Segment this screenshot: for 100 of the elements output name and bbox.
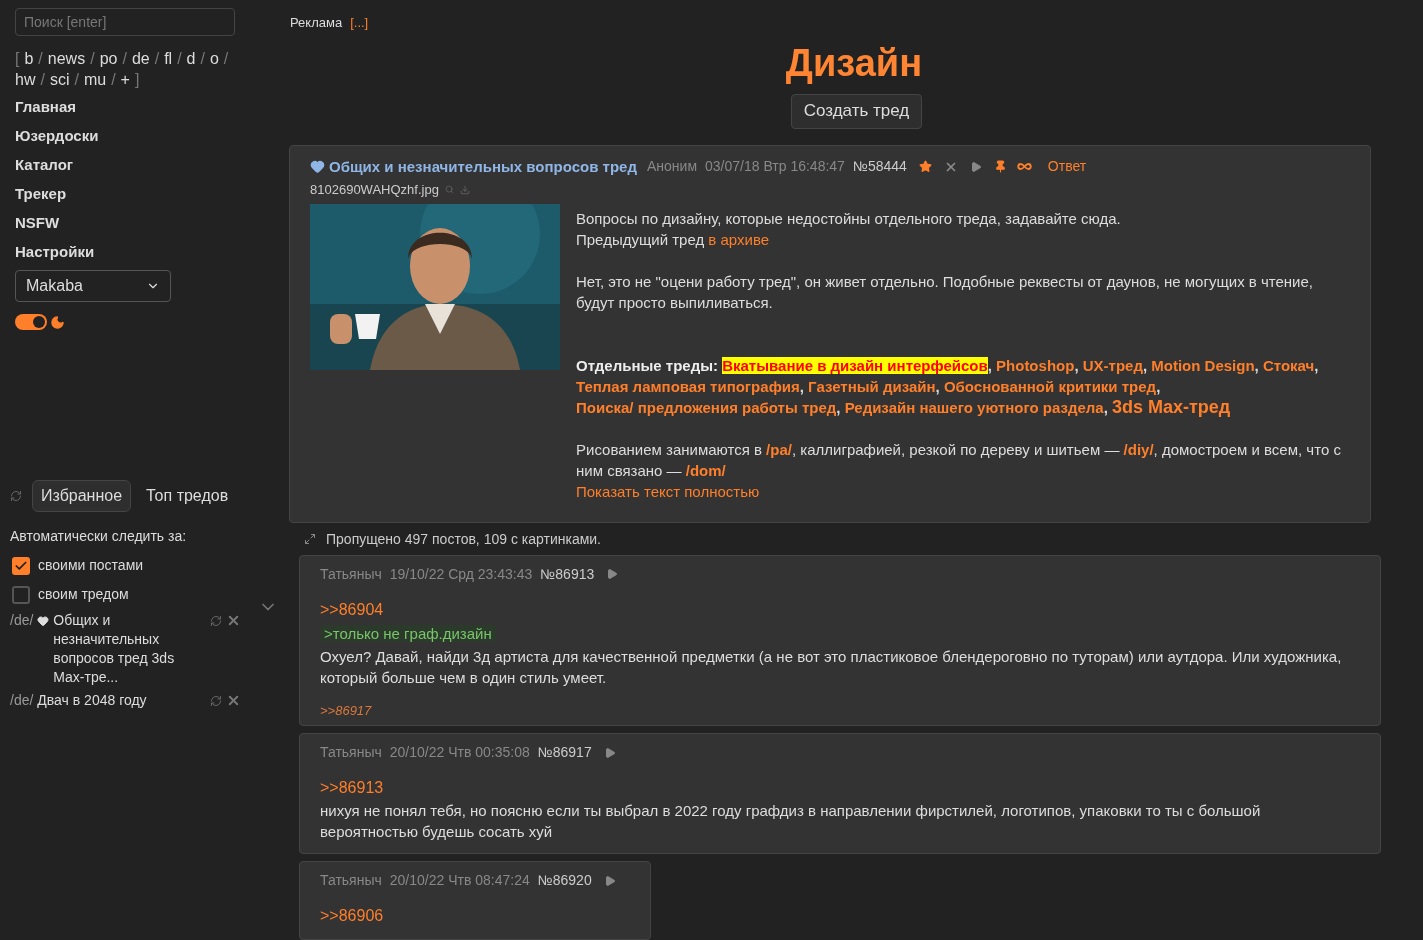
thread-link[interactable]: Теплая ламповая типография [576,377,800,395]
board-tag: /de/ [10,611,34,630]
board-link[interactable]: hw [15,69,36,90]
expand-icon[interactable] [304,533,316,545]
nav-link[interactable]: Юзердоски [15,126,270,145]
thread-link[interactable]: Motion Design [1151,356,1255,374]
thread-link[interactable]: UX-тред [1082,356,1143,374]
play-icon[interactable] [969,160,982,173]
sidebar-tab[interactable]: Топ тредов [137,480,238,512]
omitted-posts: Пропущено 497 постов, 109 с картинками. [326,529,601,549]
ad-link[interactable]: [...] [350,13,369,33]
file-name[interactable]: 8102690WAHQzhf.jpg [310,180,439,200]
nav-link[interactable]: Настройки [15,242,270,261]
close-icon[interactable] [226,613,241,628]
post-author: Татьяныч [320,871,382,890]
search-field[interactable]: Поиск [enter] [15,8,235,36]
post-text: Нет, это не "оцени работу тред", он живет отдельно. Подобные реквесты от даунов, не могущих в чтение, будут просто выпиливаться. [576,271,1314,313]
separator: / [122,49,127,69]
thread-link[interactable]: 3ds Max-тред [1112,396,1231,417]
thread-link[interactable]: Поиска/ предложения работы тред [576,398,837,416]
play-icon[interactable] [603,874,616,887]
nav-link[interactable]: Трекер [15,184,270,203]
thread-link[interactable]: Газетный дизайн [808,377,936,395]
separator: / [200,49,205,69]
separator: / [177,49,182,69]
style-select[interactable]: Makaba [15,270,171,302]
board-tag: /de/ [10,691,34,710]
archive-link[interactable]: в архиве [708,230,770,248]
bracket: ] [134,70,140,90]
thread-link[interactable]: Стокач [1262,356,1315,374]
comma: , [1103,398,1109,416]
reply-link[interactable]: >>86904 [320,600,384,618]
pin-icon[interactable] [993,160,1007,174]
board-link[interactable]: /pa/ [766,440,792,458]
post-author: Татьяныч [320,743,382,762]
post-text: Вопросы по дизайну, которые недостойны отдельного треда, задавайте сюда. [576,208,1122,229]
post-number[interactable]: №86913 [540,563,595,585]
comma: , [1074,356,1080,374]
bracket: [ [15,49,20,69]
moon-icon [50,314,65,330]
board-link[interactable]: b [24,48,34,69]
reply-link[interactable]: >>86906 [320,907,384,924]
create-thread-button[interactable]: Создать тред [790,93,923,129]
checkbox[interactable] [12,556,30,575]
play-icon[interactable] [606,568,619,580]
thread-link[interactable]: Обоснованной критики тред [943,377,1157,395]
thread-link[interactable]: Photoshop [996,356,1075,374]
play-icon[interactable] [603,746,616,759]
show-full-link[interactable]: Показать текст полностью [576,480,1350,502]
quote-text: >только не граф.дизайн [320,624,496,642]
board-link[interactable]: d [186,48,196,69]
refresh-icon[interactable] [210,614,222,627]
post-text: Рисованием занимаются в /pa/, каллиграфией, резкой по дереву и шитьем — /diy/, домостроем и всем, что с ним связано — /dom/ [576,439,1342,481]
comma: , [987,356,993,374]
checkbox-label: своим тредом [38,585,129,604]
thread-title: Общих и незначительных вопросов тред [329,156,637,177]
board-link[interactable]: sci [49,69,70,90]
separator: / [90,49,95,69]
post-text: Предыдущий тред в архиве [576,229,771,250]
ad-label: Реклама [290,14,343,32]
post-text: Охуел? Давай, найди 3д артиста для качественной предметки (а не вот это пластиковое блендероговно по туторам) или аутдора. Или художника, который больше чем в один стиль умеет. [320,646,1343,688]
sidebar-tab[interactable]: Избранное [32,480,132,512]
board-link[interactable]: /diy/ [1123,440,1154,458]
board-link[interactable]: de [131,48,150,69]
favorite-thread[interactable]: Двач в 2048 году [37,691,147,710]
refresh-icon[interactable] [10,490,22,502]
nav-link[interactable]: NSFW [15,213,270,232]
nav-link[interactable]: Каталог [15,155,270,174]
thread-link[interactable]: Вкатывание в дизайн интерфейсов [722,356,988,374]
board-link[interactable]: mu [83,69,107,90]
post-date: 03/07/18 Втр 16:48:47 [705,157,845,177]
close-icon[interactable] [226,693,241,708]
star-icon[interactable] [918,160,932,174]
separator: / [154,49,160,69]
board-link[interactable]: news [47,48,86,69]
post-author: Татьяныч [320,564,382,584]
board-link[interactable]: po [99,48,118,69]
backlink[interactable]: >>86917 [320,700,372,720]
board-link[interactable]: fl [164,48,173,69]
separator: / [74,70,79,90]
comma: , [799,377,805,395]
favorite-thread[interactable]: Общих и незначительных вопросов тред 3ds Max-тре... [53,611,206,687]
nav-link[interactable]: Главная [15,97,270,116]
reply-link[interactable]: >>86913 [320,779,384,796]
night-mode-toggle[interactable] [15,314,47,330]
threads-label: Отдельные треды: [576,356,719,374]
heart-icon [310,159,325,175]
reply-link[interactable]: Ответ [1047,156,1087,178]
comma: , [1156,377,1161,395]
board-link[interactable]: /dom/ [685,461,726,479]
board-link[interactable]: o [209,48,219,69]
checkbox[interactable] [12,585,30,604]
thread-link[interactable]: Редизайн нашего уютного раздела [844,398,1104,416]
separator: / [223,49,229,69]
refresh-icon[interactable] [210,694,222,707]
post-number[interactable]: №58444 [852,156,907,178]
post-number[interactable]: №86920 [537,870,592,891]
board-link[interactable]: + [120,69,130,90]
post-author: Аноним [647,157,698,177]
post-number[interactable]: №86917 [537,742,592,763]
